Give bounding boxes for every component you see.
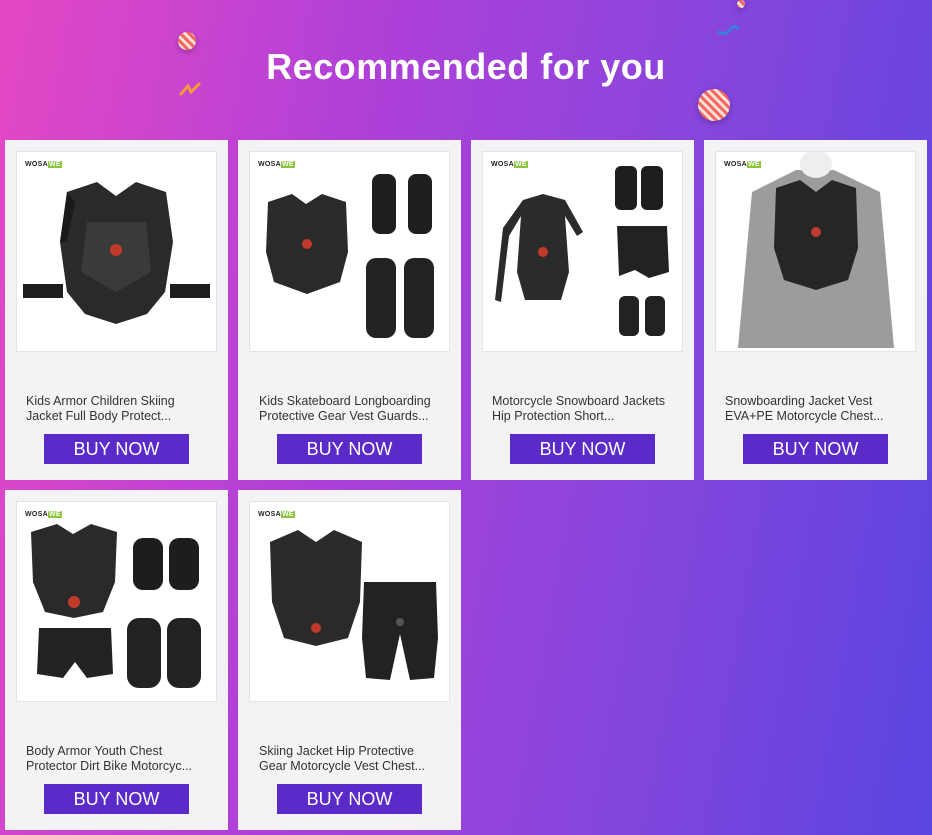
buy-now-button[interactable]: BUY NOW xyxy=(510,434,655,464)
streamer-decoration xyxy=(717,24,740,36)
product-image[interactable]: WOSAWE xyxy=(16,501,217,702)
buy-now-button[interactable]: BUY NOW xyxy=(44,784,189,814)
product-card[interactable]: WOSAWE Body Armor Youth Chest Protector … xyxy=(5,490,228,830)
product-name[interactable]: Snowboarding Jacket Vest EVA+PE Motorcyc… xyxy=(725,394,910,426)
vest-on-mannequin-image xyxy=(738,152,894,348)
product-image[interactable]: WOSAWE xyxy=(16,151,217,352)
buy-now-button[interactable]: BUY NOW xyxy=(277,434,422,464)
buy-now-button[interactable]: BUY NOW xyxy=(44,434,189,464)
product-image[interactable]: WOSAWE xyxy=(249,501,450,702)
product-name[interactable]: Motorcycle Snowboard Jackets Hip Protect… xyxy=(492,394,677,426)
confetti-ball-decoration xyxy=(737,0,745,8)
brand-logo: WOSAWE xyxy=(258,161,295,168)
product-name[interactable]: Kids Skateboard Longboarding Protective … xyxy=(259,394,444,426)
brand-logo: WOSAWE xyxy=(25,511,62,518)
product-card[interactable]: WOSAWE Kids Armor Children Skiing Jacket… xyxy=(5,140,228,480)
buy-now-button[interactable]: BUY NOW xyxy=(743,434,888,464)
product-card[interactable]: WOSAWE Snowboarding Jacket Vest EVA+PE M… xyxy=(704,140,927,480)
confetti-ball-decoration xyxy=(698,89,730,121)
page-title: Recommended for you xyxy=(266,46,666,87)
brand-logo: WOSAWE xyxy=(491,161,528,168)
product-name[interactable]: Skiing Jacket Hip Protective Gear Motorc… xyxy=(259,744,444,776)
product-name[interactable]: Body Armor Youth Chest Protector Dirt Bi… xyxy=(26,744,211,776)
product-name[interactable]: Kids Armor Children Skiing Jacket Full B… xyxy=(26,394,211,426)
gear-set-image xyxy=(266,174,434,338)
product-image[interactable]: WOSAWE xyxy=(715,151,916,352)
product-card[interactable]: WOSAWE Motorcycle Snowboard Jackets Hip … xyxy=(471,140,694,480)
product-card[interactable]: WOSAWE Kids Skateboard Longboarding Prot… xyxy=(238,140,461,480)
product-image[interactable]: WOSAWE xyxy=(249,151,450,352)
vest-and-shorts-image xyxy=(270,530,438,680)
chest-armor-image xyxy=(23,182,210,324)
product-card[interactable]: WOSAWE Skiing Jacket Hip Protective Gear… xyxy=(238,490,461,830)
jacket-set-image xyxy=(495,166,669,336)
armor-set-image xyxy=(31,524,201,688)
brand-logo: WOSAWE xyxy=(258,511,295,518)
product-image[interactable]: WOSAWE xyxy=(482,151,683,352)
brand-logo: WOSAWE xyxy=(724,161,761,168)
buy-now-button[interactable]: BUY NOW xyxy=(277,784,422,814)
brand-logo: WOSAWE xyxy=(25,161,62,168)
